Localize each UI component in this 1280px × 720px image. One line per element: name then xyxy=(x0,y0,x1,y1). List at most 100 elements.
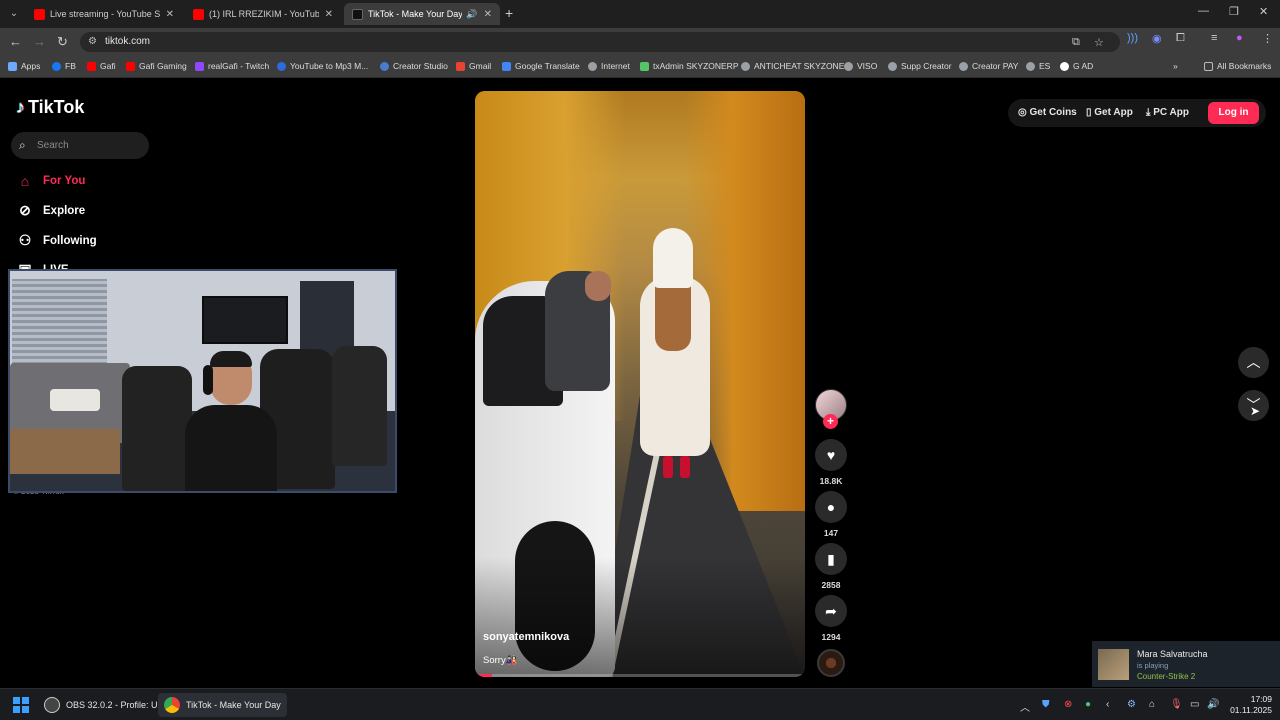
address-bar[interactable]: ⚙ tiktok.com ⧉ ☆ xyxy=(80,32,1120,52)
windows-start-icon[interactable] xyxy=(13,697,29,713)
system-clock[interactable]: 17:09 01.11.2025 xyxy=(1226,694,1272,716)
forward-icon[interactable]: → xyxy=(33,34,46,49)
pc-app-button[interactable]: ⤓ PC App xyxy=(1146,107,1189,118)
bookmark-apps[interactable]: Apps xyxy=(8,61,40,71)
microphone-icon[interactable]: 🎙 xyxy=(1170,699,1183,710)
tiktok-logo[interactable]: ♪ TikTok xyxy=(16,97,84,118)
steam-icon[interactable]: ⚙ xyxy=(1127,699,1136,710)
tab-tiktok[interactable]: TikTok - Make Your Day 🔊 ✕ xyxy=(344,3,500,25)
bookmark-es[interactable]: ES xyxy=(1026,61,1050,71)
friend-name: Mara Salvatrucha xyxy=(1137,649,1208,659)
address-toolbar: ← → ↻ ⚙ tiktok.com ⧉ ☆ ))) ◉ ⧠ ≡ ● ⋮ xyxy=(0,28,1280,56)
bookmark-g-ad[interactable]: G AD xyxy=(1060,61,1093,71)
bookmark-gafi-gaming[interactable]: Gafi Gaming xyxy=(126,61,187,71)
google-icon xyxy=(1060,61,1069,71)
gmail-icon xyxy=(456,61,465,71)
login-button[interactable]: Log in xyxy=(1208,102,1259,124)
youtube-icon xyxy=(126,61,135,71)
tiktok-note-icon: ♪ xyxy=(16,97,25,117)
close-tab-icon[interactable]: ✕ xyxy=(325,9,333,20)
tray-green-icon[interactable]: ● xyxy=(1085,699,1091,710)
bookmark-viso[interactable]: VISO xyxy=(844,61,877,71)
search-input[interactable]: ⌕ Search xyxy=(11,132,149,159)
bookmark-label: ES xyxy=(1039,61,1051,71)
bookmark-google-translate[interactable]: Google Translate xyxy=(502,61,580,71)
network-icon[interactable]: ▭ xyxy=(1190,699,1199,710)
chrome-icon xyxy=(164,697,180,713)
bookmark-txadmin[interactable]: txAdmin SKYZONERP xyxy=(640,61,739,71)
bookmark-internet[interactable]: Internet xyxy=(588,61,630,71)
comment-icon: ● xyxy=(826,499,836,515)
webcam-overlay xyxy=(8,269,397,493)
steam-friend-notification[interactable]: Mara Salvatrucha is playing Counter-Stri… xyxy=(1092,641,1280,687)
bookmark-fb[interactable]: FB xyxy=(52,61,76,71)
close-window-icon[interactable]: ✕ xyxy=(1259,5,1268,18)
video-progress-bar[interactable] xyxy=(475,674,805,677)
volume-icon[interactable]: 🔊 xyxy=(1207,699,1219,710)
bookmark-star-icon[interactable]: ☆ xyxy=(1094,36,1104,49)
site-info-icon[interactable]: ⚙ xyxy=(88,36,97,47)
bookmark-gmail[interactable]: Gmail xyxy=(456,61,491,71)
bookmark-twitch[interactable]: realGafi - Twitch xyxy=(195,61,269,71)
extension-audio-icon[interactable]: ))) xyxy=(1127,32,1138,44)
tray-usb-icon[interactable]: ⌂ xyxy=(1149,699,1155,710)
bookmark-gafi[interactable]: Gafi xyxy=(87,61,116,71)
reload-icon[interactable]: ↻ xyxy=(57,34,68,50)
nav-following[interactable]: ⚇ Following xyxy=(16,232,97,249)
tab-youtube-studio[interactable]: Live streaming - YouTube Studio ✕ xyxy=(26,3,182,25)
previous-video-button[interactable]: ︿ xyxy=(1238,347,1269,378)
url-text[interactable]: tiktok.com xyxy=(105,36,150,47)
tray-arrow-icon[interactable]: ‹ xyxy=(1106,699,1109,710)
bookmark-label: Supp Creator xyxy=(901,61,952,71)
nav-for-you[interactable]: ⌂ For You xyxy=(16,173,86,189)
save-count: 2858 xyxy=(821,580,841,590)
follow-plus-icon[interactable]: + xyxy=(823,414,838,429)
profile-avatar-icon[interactable]: ● xyxy=(1236,32,1243,44)
install-app-icon[interactable]: ⧉ xyxy=(1072,36,1080,49)
close-tab-icon[interactable]: ✕ xyxy=(484,9,492,20)
close-tab-icon[interactable]: ✕ xyxy=(166,9,174,20)
video-progress-fill xyxy=(475,674,492,677)
tray-red-icon[interactable]: ⊗ xyxy=(1064,699,1072,710)
comment-button[interactable]: ● xyxy=(815,491,847,523)
get-coins-button[interactable]: ◎ Get Coins xyxy=(1018,107,1077,118)
tray-overflow-icon[interactable]: ︿ xyxy=(1020,699,1030,714)
share-button[interactable]: ➦ xyxy=(815,595,847,627)
meta-icon xyxy=(380,61,389,71)
taskbar-obs[interactable]: OBS 32.0.2 - Profile: Unt xyxy=(38,693,171,717)
like-button[interactable]: ♥ xyxy=(815,439,847,471)
save-button[interactable]: ▮ xyxy=(815,543,847,575)
taskbar-label: OBS 32.0.2 - Profile: Unt xyxy=(66,700,166,710)
video-player[interactable]: sonyatemnikova Sorry🎎 xyxy=(475,91,805,677)
back-icon[interactable]: ← xyxy=(9,34,22,49)
restore-icon[interactable]: ❐ xyxy=(1229,5,1239,18)
tab-youtube-video[interactable]: (1) IRL RREZIKIM - YouTube ✕ xyxy=(185,3,341,25)
browser-menu-icon[interactable]: ⋮ xyxy=(1262,32,1273,45)
taskbar-chrome[interactable]: TikTok - Make Your Day xyxy=(158,693,287,717)
minimize-icon[interactable]: — xyxy=(1198,5,1209,17)
compass-icon: ⊘ xyxy=(19,202,31,218)
tab-search-icon[interactable]: ⌄ xyxy=(6,6,22,22)
nav-label: Following xyxy=(43,234,97,247)
speaker-icon[interactable]: 🔊 xyxy=(466,9,477,20)
mouse-cursor-icon: ➤ xyxy=(1250,404,1261,418)
nav-explore[interactable]: ⊘ Explore xyxy=(16,202,85,219)
extension-ai-icon[interactable]: ◉ xyxy=(1152,32,1162,45)
bookmark-yt-mp3[interactable]: YouTube to Mp3 M... xyxy=(277,61,368,71)
bookmark-creator-studio[interactable]: Creator Studio xyxy=(380,61,448,71)
tab-title: Live streaming - YouTube Studio xyxy=(50,9,160,19)
video-author[interactable]: sonyatemnikova xyxy=(483,631,569,643)
media-control-icon[interactable]: ≡ xyxy=(1211,32,1217,44)
music-disc[interactable] xyxy=(817,649,845,677)
bookmark-creator-pay[interactable]: Creator PAY xyxy=(959,61,1018,71)
new-tab-button[interactable]: + xyxy=(505,5,513,21)
bookmark-supp-creator[interactable]: Supp Creator xyxy=(888,61,952,71)
bookmark-anticheat[interactable]: ANTICHEAT SKYZONE xyxy=(741,61,844,71)
friend-game: Counter-Strike 2 xyxy=(1137,672,1196,681)
get-app-button[interactable]: ▯ Get App xyxy=(1086,107,1133,118)
bookmarks-overflow-icon[interactable]: » xyxy=(1173,61,1178,71)
like-count: 18.8K xyxy=(819,476,843,486)
extensions-puzzle-icon[interactable]: ⧠ xyxy=(1176,32,1185,45)
tray-shield-icon[interactable]: ⛊ xyxy=(1042,699,1050,710)
all-bookmarks[interactable]: All Bookmarks xyxy=(1204,61,1271,71)
